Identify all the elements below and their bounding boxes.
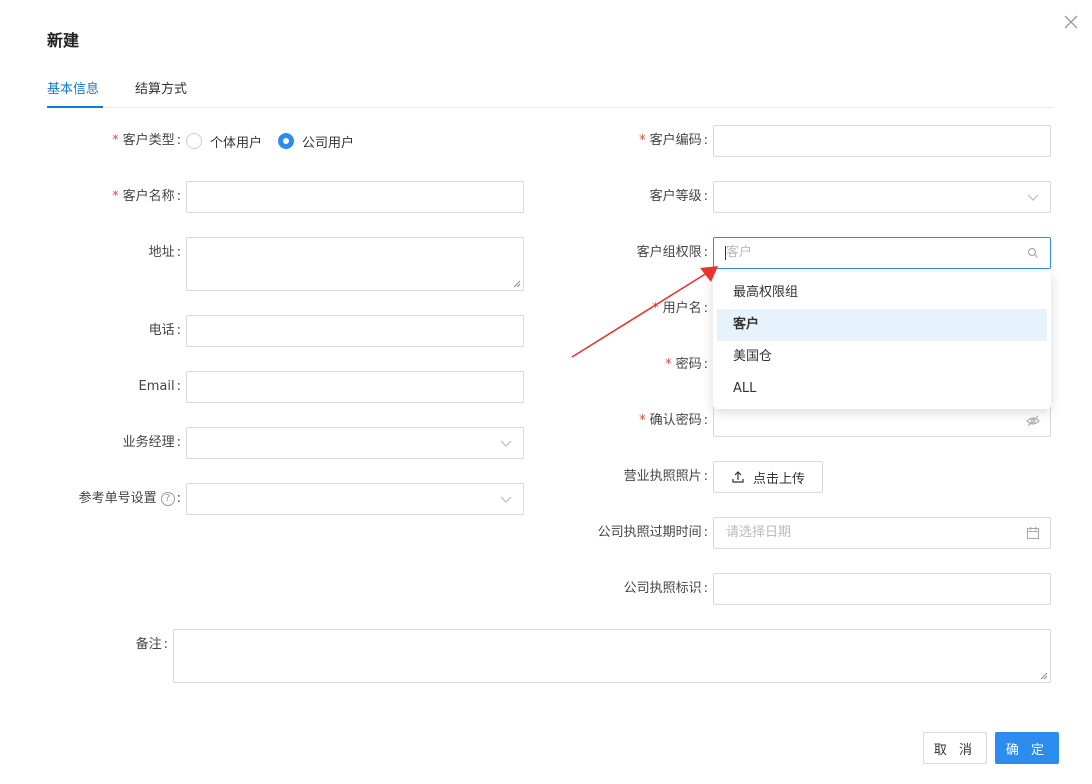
sales-manager-select[interactable] xyxy=(186,427,524,459)
group-permission-select[interactable]: 客户 xyxy=(713,237,1051,269)
group-permission-placeholder: 客户 xyxy=(726,245,753,260)
chevron-down-icon xyxy=(499,436,513,450)
password-label: * 密码: xyxy=(665,357,708,372)
customer-code-input[interactable] xyxy=(713,125,1051,157)
dropdown-option[interactable]: 美国仓 xyxy=(717,341,1047,373)
address-textarea[interactable] xyxy=(186,237,524,291)
tab-bar: 基本信息 结算方式 xyxy=(47,70,1052,108)
ref-no-setting-select[interactable] xyxy=(186,483,524,515)
upload-icon xyxy=(732,471,744,483)
customer-type-radio-group: 个体用户 公司用户 xyxy=(186,125,370,157)
upload-button-label: 点击上传 xyxy=(752,471,805,487)
confirm-password-label: * 确认密码: xyxy=(639,413,708,428)
resize-grip-icon[interactable] xyxy=(513,280,521,288)
license-expiry-label: 公司执照过期时间: xyxy=(597,525,708,540)
license-expiry-placeholder: 请选择日期 xyxy=(726,525,792,540)
radio-company[interactable]: 公司用户 xyxy=(278,132,354,151)
dropdown-option[interactable]: 客户 xyxy=(717,309,1047,341)
customer-code-label: * 客户编码: xyxy=(639,133,708,148)
email-label: Email: xyxy=(138,379,181,394)
customer-level-select[interactable] xyxy=(713,181,1051,213)
email-input[interactable] xyxy=(186,371,524,403)
address-label: 地址: xyxy=(148,245,181,260)
sales-manager-label: 业务经理: xyxy=(122,435,181,450)
group-permission-label: 客户组权限: xyxy=(636,245,708,260)
license-expiry-datepicker[interactable]: 请选择日期 xyxy=(713,517,1051,549)
license-mark-label: 公司执照标识: xyxy=(623,581,708,596)
username-label: * 用户名: xyxy=(652,301,708,316)
search-icon xyxy=(1026,246,1040,260)
upload-button[interactable]: 点击上传 xyxy=(713,461,823,493)
customer-level-label: 客户等级: xyxy=(649,189,708,204)
license-mark-input[interactable] xyxy=(713,573,1051,605)
cancel-button[interactable]: 取 消 xyxy=(923,732,987,764)
customer-type-label: * 客户类型: xyxy=(112,133,181,148)
chevron-down-icon xyxy=(1026,190,1040,204)
dialog-title: 新建 xyxy=(47,31,80,50)
tab-active-indicator xyxy=(47,106,103,108)
phone-label: 电话: xyxy=(148,323,181,338)
remark-textarea[interactable] xyxy=(173,629,1051,683)
tab-settlement[interactable]: 结算方式 xyxy=(135,78,187,97)
confirm-password-input[interactable] xyxy=(713,405,1051,437)
ok-button[interactable]: 确 定 xyxy=(995,732,1059,764)
chevron-down-icon xyxy=(499,492,513,506)
help-icon[interactable]: ? xyxy=(160,491,175,506)
tab-basic-info[interactable]: 基本信息 xyxy=(47,78,99,97)
customer-name-input[interactable] xyxy=(186,181,524,213)
remark-label: 备注: xyxy=(135,637,168,652)
eye-off-icon[interactable] xyxy=(1026,414,1040,428)
resize-grip-icon[interactable] xyxy=(1040,672,1048,680)
ref-no-setting-label: 参考单号设置?: xyxy=(78,491,181,506)
group-permission-dropdown: 最高权限组 客户 美国仓 ALL xyxy=(713,272,1051,409)
dropdown-option[interactable]: 最高权限组 xyxy=(717,277,1047,309)
license-photo-label: 营业执照照片: xyxy=(623,469,708,484)
customer-name-label: * 客户名称: xyxy=(112,189,181,204)
dropdown-option[interactable]: ALL xyxy=(717,373,1047,405)
close-icon[interactable] xyxy=(1062,13,1080,31)
radio-individual[interactable]: 个体用户 xyxy=(186,132,262,151)
phone-input[interactable] xyxy=(186,315,524,347)
calendar-icon xyxy=(1026,526,1040,540)
